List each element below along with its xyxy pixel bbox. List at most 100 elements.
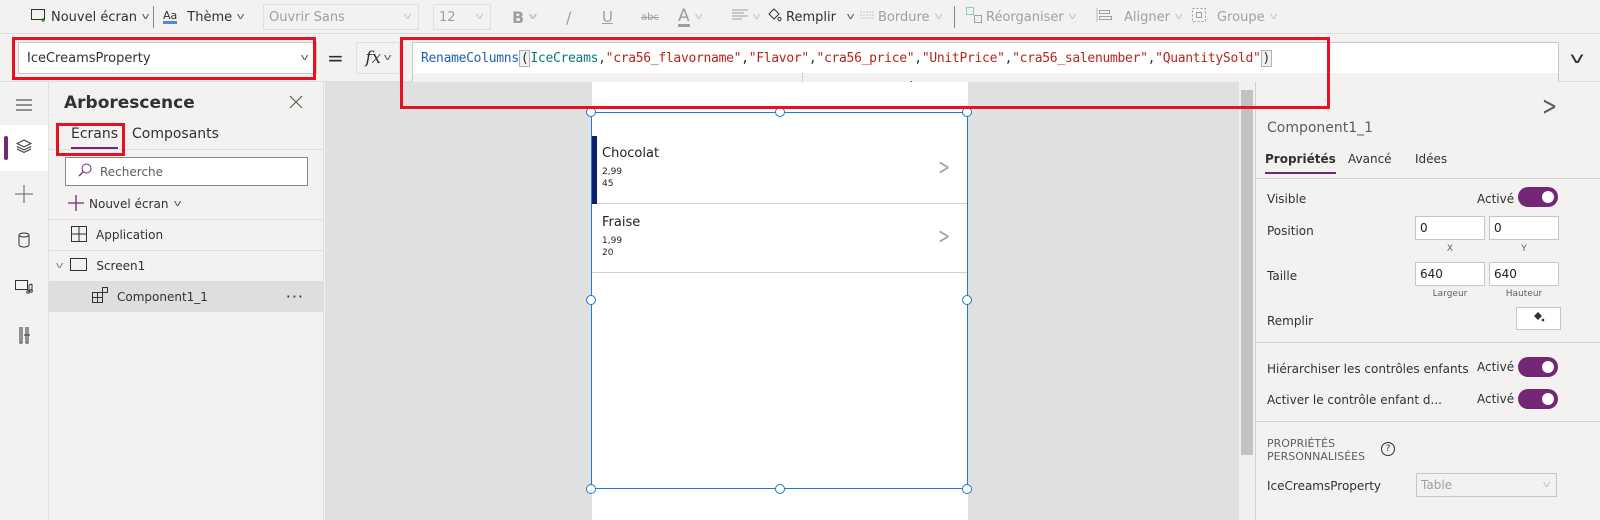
italic-button[interactable]: / xyxy=(566,0,571,34)
font-color-icon: A xyxy=(678,5,690,27)
resize-handle[interactable] xyxy=(586,295,596,305)
theme-button[interactable]: Aa Thème v xyxy=(163,0,245,34)
resize-handle[interactable] xyxy=(775,107,785,117)
width-input[interactable]: 640 xyxy=(1415,262,1485,286)
formula-token-str: "cra56_price" xyxy=(816,50,915,66)
text-align-button[interactable]: v xyxy=(732,0,761,34)
tree-view-title: Arborescence xyxy=(64,93,195,113)
tree-item-application[interactable]: Application xyxy=(49,219,324,250)
group-button[interactable]: Groupe v xyxy=(1191,0,1278,34)
reorder-button[interactable]: Réorganiser v xyxy=(966,0,1076,34)
rail-data-button[interactable] xyxy=(0,219,48,265)
fill-color-picker[interactable] xyxy=(1516,307,1561,330)
formula-input[interactable]: RenameColumns(IceCreams, "cra56_flavornam… xyxy=(412,42,1559,74)
resize-handle[interactable] xyxy=(962,484,972,494)
y-label: Y xyxy=(1521,244,1527,254)
reorder-icon xyxy=(966,7,982,27)
rail-media-button[interactable] xyxy=(0,266,48,312)
strikethrough-button[interactable]: abc xyxy=(641,0,659,34)
formula-token-str: "QuantitySold" xyxy=(1155,50,1261,66)
resize-handle[interactable] xyxy=(775,484,785,494)
new-screen-label: Nouvel écran xyxy=(51,9,138,25)
enable-child-state: Activé xyxy=(1477,392,1515,406)
theme-label: Thème xyxy=(187,9,233,25)
tree-item-component1-1[interactable]: Component1_1 ··· xyxy=(49,281,324,312)
enable-child-toggle[interactable] xyxy=(1518,389,1558,409)
plus-icon xyxy=(15,184,33,208)
resize-handle[interactable] xyxy=(962,295,972,305)
tree-item-label: Screen1 xyxy=(96,259,146,273)
resize-handle[interactable] xyxy=(962,107,972,117)
bold-button[interactable]: B v xyxy=(512,0,538,34)
font-color-button[interactable]: A v xyxy=(678,0,703,34)
italic-icon: / xyxy=(566,7,572,27)
chevron-down-icon: v xyxy=(1269,12,1278,22)
underline-button[interactable]: U xyxy=(602,0,613,34)
toolbar-divider xyxy=(153,6,154,28)
tab-screens[interactable]: Écrans xyxy=(71,126,119,149)
close-icon[interactable] xyxy=(289,90,303,114)
custom-property-type-select[interactable]: Table v xyxy=(1416,473,1557,497)
search-icon xyxy=(78,163,92,180)
formula-token-punc: , xyxy=(598,50,606,66)
chevron-right-icon[interactable]: > xyxy=(1542,91,1557,123)
prioritize-children-state: Activé xyxy=(1477,360,1515,374)
fx-button[interactable]: fx v xyxy=(356,42,400,74)
font-family-select[interactable]: Ouvrir Sans v xyxy=(263,4,419,30)
enable-child-label: Activer le contrôle enfant d... xyxy=(1267,393,1442,407)
custom-property-name: IceCreamsProperty xyxy=(1267,479,1382,493)
scrollbar-thumb[interactable] xyxy=(1241,90,1253,455)
more-options-icon[interactable]: ··· xyxy=(286,287,304,306)
rail-tools-button[interactable] xyxy=(0,314,48,360)
visible-label: Visible xyxy=(1267,192,1307,206)
tree-item-label: Application xyxy=(96,228,164,242)
tab-advanced[interactable]: Avancé xyxy=(1348,152,1392,172)
height-input[interactable]: 640 xyxy=(1489,262,1559,286)
rail-insert-button[interactable] xyxy=(0,173,48,219)
font-size-select[interactable]: 12 v xyxy=(433,4,491,30)
tab-properties[interactable]: Propriétés xyxy=(1265,152,1336,174)
x-label: X xyxy=(1446,244,1454,254)
tree-search-input[interactable]: Recherche xyxy=(65,157,308,186)
visible-state: Activé xyxy=(1477,192,1515,206)
paint-bucket-icon xyxy=(1533,311,1545,326)
layers-icon xyxy=(15,138,33,159)
new-screen-button[interactable]: Nouvel écran v xyxy=(31,0,150,34)
canvas-scrollbar[interactable] xyxy=(1239,82,1254,520)
media-icon xyxy=(15,279,33,300)
tabs-divider xyxy=(49,149,324,150)
formula-token-punc: , xyxy=(741,50,749,66)
position-x-input[interactable]: 0 xyxy=(1415,216,1485,240)
chevron-down-icon: v xyxy=(694,12,703,22)
chevron-down-icon: v xyxy=(174,199,183,209)
border-icon xyxy=(860,10,874,25)
tab-ideas[interactable]: Idées xyxy=(1415,152,1447,172)
tree-item-label: Component1_1 xyxy=(117,289,208,304)
visible-toggle[interactable] xyxy=(1518,187,1558,207)
fill-button[interactable]: Remplir v xyxy=(766,0,855,34)
tree-item-screen1[interactable]: v Screen1 xyxy=(49,250,324,281)
property-select[interactable]: IceCreamsProperty v xyxy=(18,42,317,74)
tools-icon xyxy=(18,326,30,349)
group-label: Groupe xyxy=(1217,9,1265,25)
section-divider xyxy=(1256,421,1600,422)
chevron-down-icon: v xyxy=(752,12,761,22)
tab-components[interactable]: Composants xyxy=(132,126,219,147)
resize-handle[interactable] xyxy=(586,107,596,117)
rail-menu-button[interactable] xyxy=(0,82,48,128)
tree-view-panel: Arborescence Écrans Composants Recherche… xyxy=(49,82,324,520)
selection-frame[interactable] xyxy=(591,112,968,489)
prioritize-children-toggle[interactable] xyxy=(1518,357,1558,377)
expand-formula-chevron-icon[interactable]: v xyxy=(1553,44,1600,72)
bold-icon: B xyxy=(512,7,525,27)
database-icon xyxy=(18,232,30,253)
border-button[interactable]: Bordure v xyxy=(860,0,942,34)
tree-new-screen-button[interactable]: Nouvel écran v xyxy=(68,194,183,214)
rail-tree-view-button[interactable] xyxy=(0,125,48,171)
position-y-input[interactable]: 0 xyxy=(1489,216,1559,240)
help-icon[interactable]: ? xyxy=(1381,442,1395,456)
resize-handle[interactable] xyxy=(586,484,596,494)
align-button[interactable]: Aligner v xyxy=(1096,0,1183,34)
custom-properties-heading: PROPRIÉTÉS PERSONNALISÉES xyxy=(1267,437,1365,463)
chevron-down-icon[interactable]: v xyxy=(56,261,64,271)
